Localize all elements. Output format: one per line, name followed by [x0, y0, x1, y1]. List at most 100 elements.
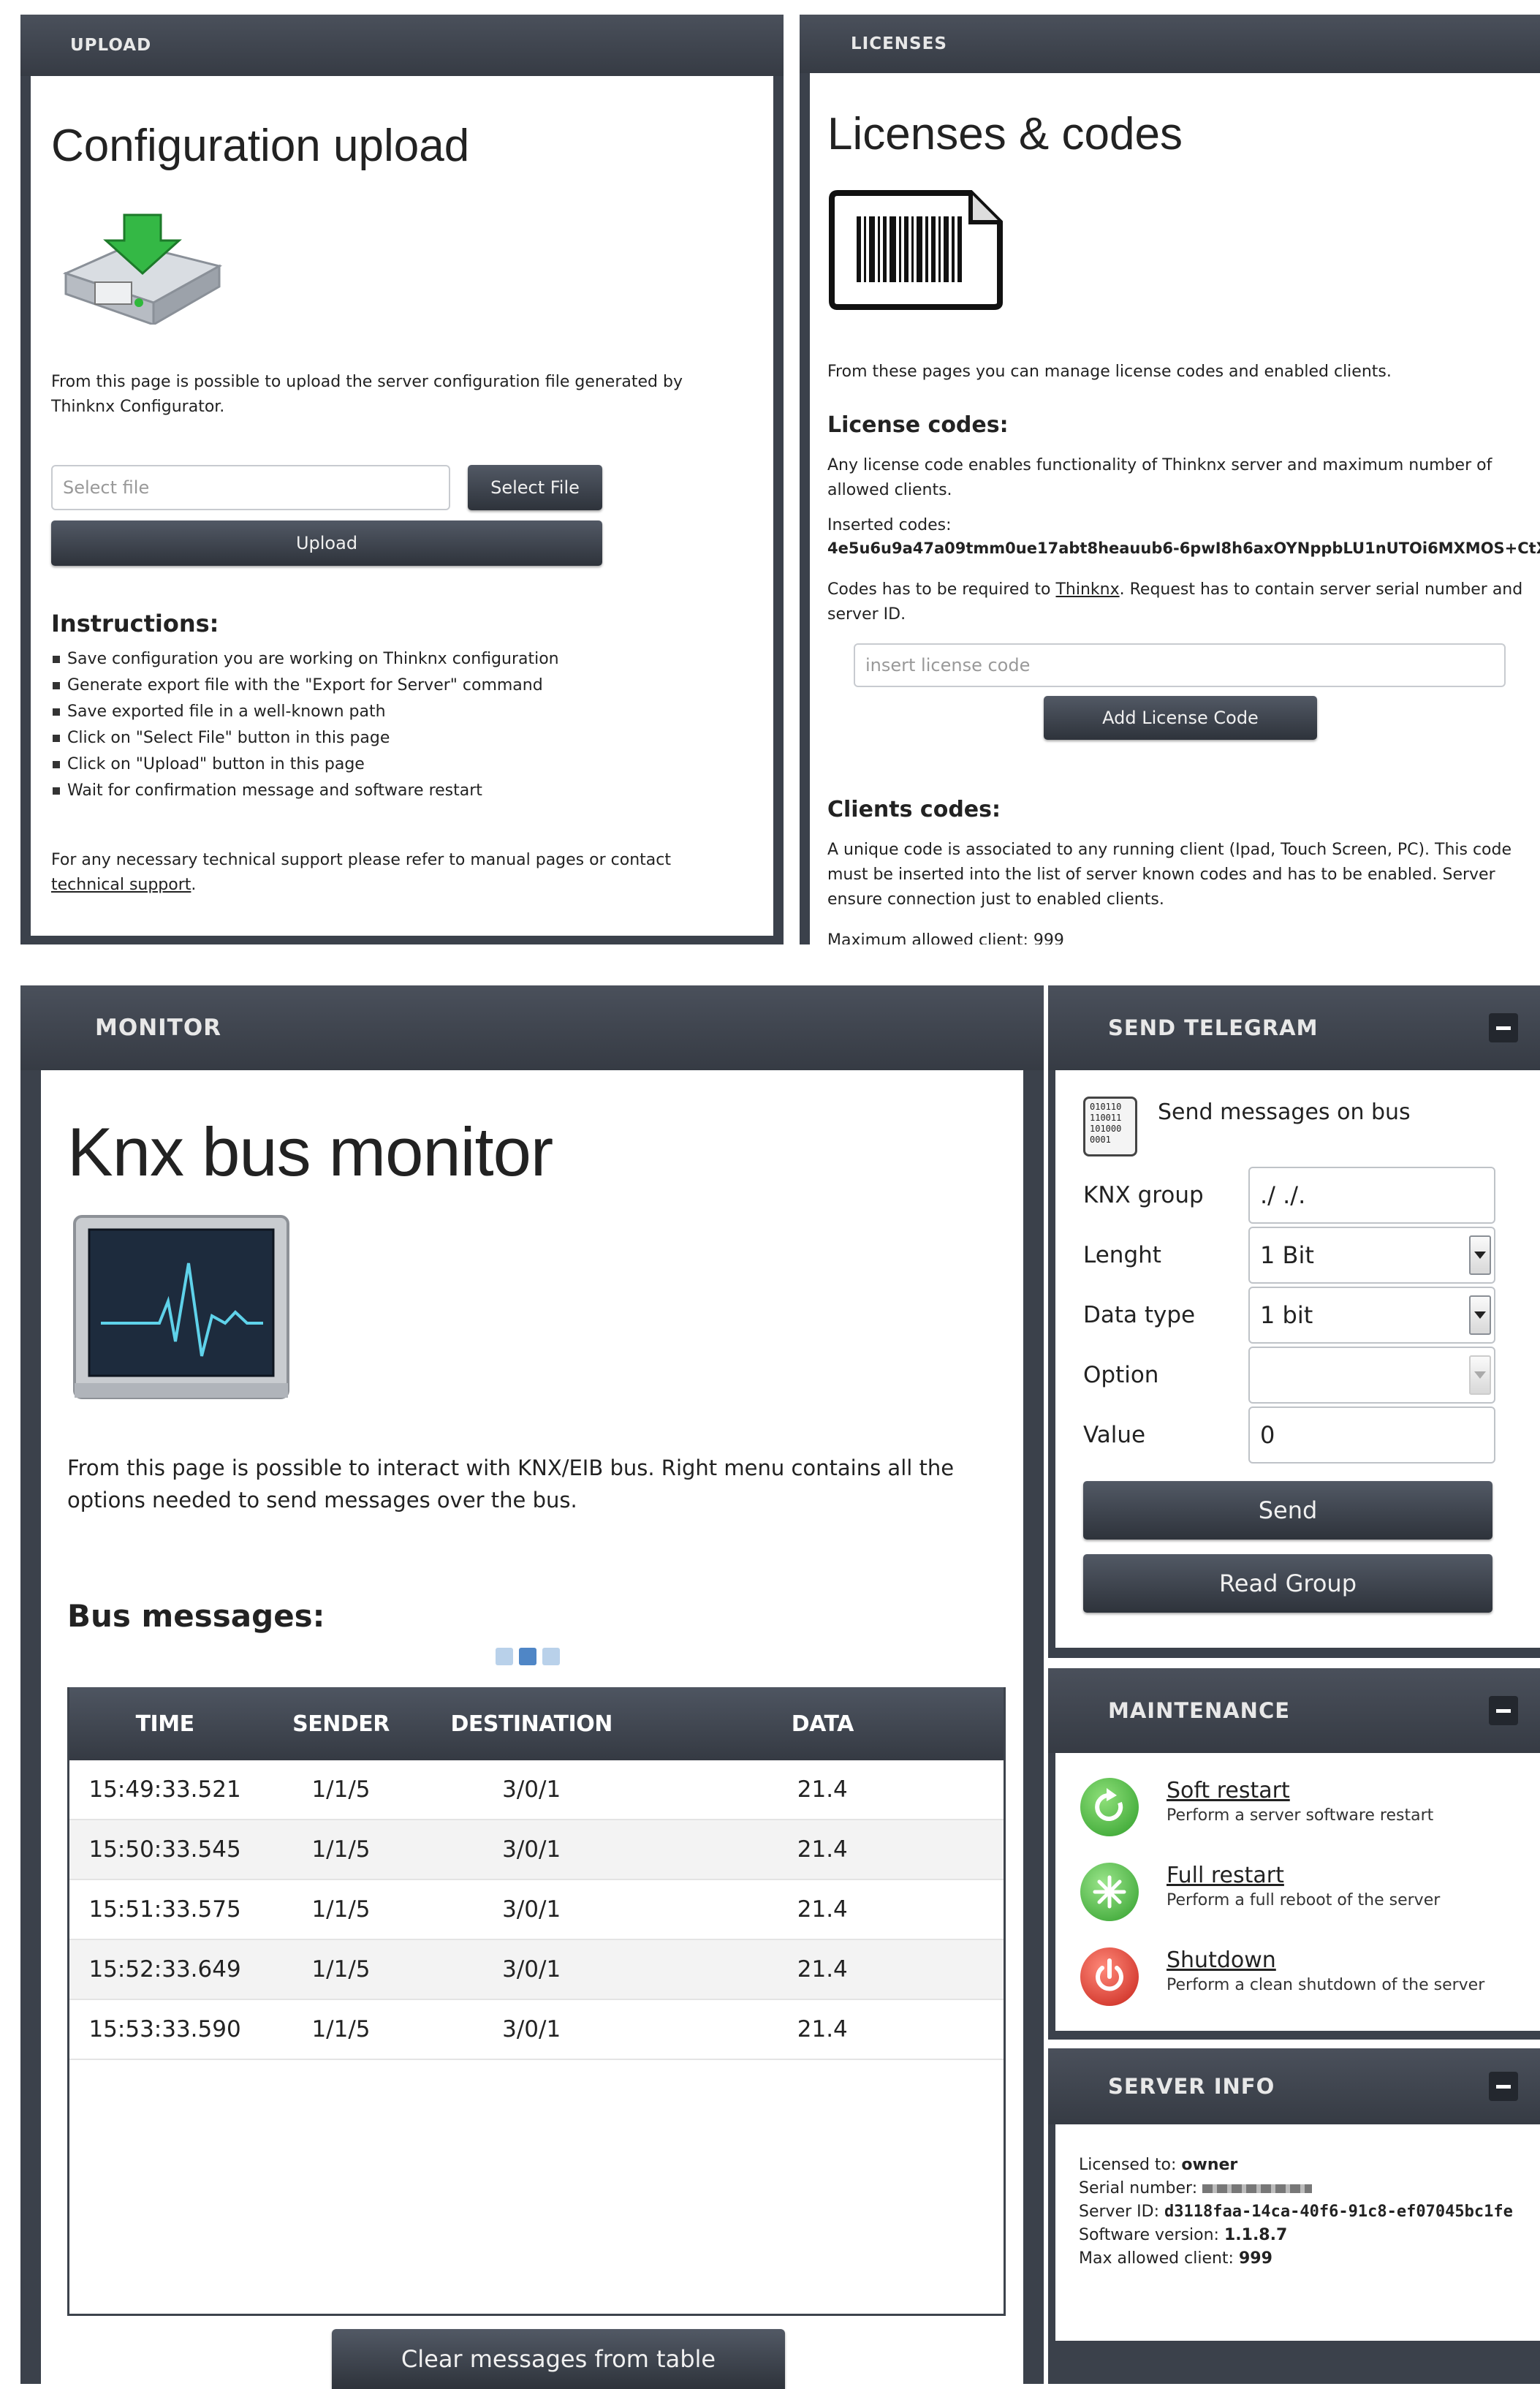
- upload-header: UPLOAD: [20, 15, 784, 76]
- software-version-row: Software version: 1.1.8.7: [1079, 2224, 1525, 2247]
- option-field: Option: [1083, 1347, 1495, 1404]
- licenses-panel: LICENSES Licenses & codes From these pag…: [800, 15, 1540, 944]
- data-type-field: Data type 1 bit: [1083, 1287, 1495, 1344]
- shutdown-link[interactable]: Shutdown: [1167, 1947, 1484, 1973]
- column-header-data[interactable]: DATA: [641, 1687, 1004, 1760]
- table-row[interactable]: 15:51:33.575 1/1/5 3/0/1 21.4: [69, 1879, 1004, 1940]
- clear-messages-label: Clear messages from table: [401, 2345, 716, 2373]
- cell-data: 21.4: [641, 1939, 1004, 2000]
- data-type-label: Data type: [1083, 1302, 1196, 1328]
- cell-sender: 1/1/5: [260, 1760, 422, 1820]
- server-info-body: Licensed to: owner Serial number: Server…: [1055, 2124, 1540, 2341]
- instructions-title: Instructions:: [51, 610, 219, 637]
- select-file-placeholder: Select file: [63, 477, 150, 498]
- bus-messages-title: Bus messages:: [67, 1598, 325, 1634]
- table-row[interactable]: 15:49:33.521 1/1/5 3/0/1 21.4: [69, 1760, 1004, 1820]
- table-row[interactable]: 15:52:33.649 1/1/5 3/0/1 21.4: [69, 1939, 1004, 2000]
- collapse-icon[interactable]: [1489, 1696, 1518, 1725]
- shutdown-item[interactable]: Shutdown Perform a clean shutdown of the…: [1080, 1947, 1540, 2006]
- cell-destination: 3/0/1: [421, 1999, 642, 2060]
- cell-data: 21.4: [641, 1879, 1004, 1940]
- option-select[interactable]: [1248, 1347, 1495, 1404]
- software-version-value: 1.1.8.7: [1224, 2226, 1288, 2244]
- loading-dot: [496, 1648, 513, 1665]
- monitor-title: Knx bus monitor: [67, 1113, 553, 1190]
- license-code-input[interactable]: insert license code: [854, 643, 1506, 687]
- licenses-title: Licenses & codes: [827, 109, 1183, 159]
- cell-destination: 3/0/1: [421, 1879, 642, 1940]
- licensed-to-row: Licensed to: owner: [1079, 2154, 1525, 2177]
- upload-button[interactable]: Upload: [51, 520, 602, 566]
- chevron-down-icon[interactable]: [1469, 1295, 1491, 1335]
- technical-support-link[interactable]: technical support: [51, 876, 191, 894]
- monitor-panel: MONITOR Knx bus monitor From this page i…: [20, 985, 1044, 2389]
- chevron-down-icon[interactable]: [1469, 1355, 1491, 1395]
- shutdown-description: Perform a clean shutdown of the server: [1167, 1976, 1485, 1994]
- table-row[interactable]: 15:50:33.545 1/1/5 3/0/1 21.4: [69, 1820, 1004, 1880]
- license-codes-title: License codes:: [827, 412, 1009, 438]
- column-header-destination[interactable]: DESTINATION: [421, 1687, 642, 1760]
- select-file-button[interactable]: Select File: [468, 465, 602, 510]
- instruction-item: Click on "Select File" button in this pa…: [51, 725, 753, 751]
- send-button[interactable]: Send: [1083, 1481, 1492, 1540]
- monitor-body: Knx bus monitor From this page is possib…: [41, 1070, 1023, 2389]
- select-file-button-label: Select File: [490, 477, 580, 498]
- maintenance-header-label: MAINTENANCE: [1108, 1698, 1291, 1723]
- cell-sender: 1/1/5: [260, 1879, 422, 1940]
- upload-description: From this page is possible to upload the…: [51, 373, 683, 416]
- clients-codes-text: A unique code is associated to any runni…: [827, 841, 1512, 909]
- full-restart-link[interactable]: Full restart: [1167, 1863, 1440, 1888]
- loading-dot: [519, 1648, 536, 1665]
- binary-data-icon: 010110 110011 101000 0001: [1083, 1097, 1137, 1156]
- knx-group-input[interactable]: ./ ./.: [1248, 1167, 1495, 1224]
- upload-title: Configuration upload: [51, 121, 470, 171]
- upload-panel: UPLOAD Configuration upload From this pa…: [20, 15, 784, 944]
- licenses-header-label: LICENSES: [851, 34, 947, 53]
- read-group-button[interactable]: Read Group: [1083, 1554, 1492, 1613]
- soft-restart-item[interactable]: Soft restart Perform a server software r…: [1080, 1778, 1540, 1836]
- length-value: 1 Bit: [1260, 1241, 1314, 1269]
- value-field: Value 0: [1083, 1406, 1495, 1464]
- maintenance-header: MAINTENANCE: [1048, 1668, 1540, 1753]
- server-id-value: d3118faa-14ca-40f6-91c8-ef07045bc1fe: [1164, 2203, 1513, 2221]
- column-header-sender[interactable]: SENDER: [260, 1687, 422, 1760]
- add-license-code-button[interactable]: Add License Code: [1044, 696, 1317, 740]
- cell-sender: 1/1/5: [260, 1820, 422, 1880]
- bus-messages-table-container: TIME SENDER DESTINATION DATA 15:49:33.52…: [67, 1687, 1006, 2316]
- max-clients-row: Max allowed client: 999: [1079, 2247, 1525, 2271]
- licenses-description: From these pages you can manage license …: [827, 363, 1392, 381]
- soft-restart-link[interactable]: Soft restart: [1167, 1778, 1433, 1803]
- table-row[interactable]: 15:53:33.590 1/1/5 3/0/1 21.4: [69, 1999, 1004, 2060]
- binary-line: 101000: [1090, 1124, 1122, 1134]
- value-input[interactable]: 0: [1248, 1406, 1495, 1464]
- server-id-label: Server ID:: [1079, 2203, 1164, 2221]
- cell-data: 21.4: [641, 1820, 1004, 1880]
- select-file-input[interactable]: Select file: [51, 465, 450, 510]
- column-header-time[interactable]: TIME: [69, 1687, 261, 1760]
- send-telegram-header-label: SEND TELEGRAM: [1108, 1015, 1319, 1040]
- cell-data: 21.4: [641, 1999, 1004, 2060]
- collapse-icon[interactable]: [1489, 1013, 1518, 1042]
- send-telegram-panel: SEND TELEGRAM 010110 110011 101000 0001 …: [1048, 985, 1540, 1658]
- support-suffix: .: [191, 876, 197, 894]
- server-info-header: SERVER INFO: [1048, 2048, 1540, 2124]
- clear-messages-button[interactable]: Clear messages from table: [332, 2329, 785, 2389]
- licenses-body: Licenses & codes From these pages you ca…: [810, 73, 1540, 944]
- license-code-placeholder: insert license code: [865, 655, 1031, 675]
- cell-sender: 1/1/5: [260, 1939, 422, 2000]
- cell-time: 15:52:33.649: [69, 1939, 261, 2000]
- cell-time: 15:53:33.590: [69, 1999, 261, 2060]
- data-type-select[interactable]: 1 bit: [1248, 1287, 1495, 1344]
- chevron-down-icon[interactable]: [1469, 1235, 1491, 1275]
- collapse-icon[interactable]: [1489, 2072, 1518, 2101]
- server-info-panel: SERVER INFO Licensed to: owner Serial nu…: [1048, 2048, 1540, 2384]
- length-select[interactable]: 1 Bit: [1248, 1227, 1495, 1284]
- thinknx-link[interactable]: Thinknx: [1055, 580, 1119, 599]
- instruction-item: Click on "Upload" button in this page: [51, 751, 753, 778]
- full-restart-item[interactable]: Full restart Perform a full reboot of th…: [1080, 1863, 1540, 1921]
- loading-dots-indicator: [496, 1648, 576, 1670]
- licenses-header: LICENSES: [800, 15, 1540, 73]
- licensed-to-value: owner: [1181, 2156, 1238, 2174]
- max-clients-value: 999: [1238, 2249, 1272, 2268]
- licensed-to-label: Licensed to:: [1079, 2156, 1182, 2174]
